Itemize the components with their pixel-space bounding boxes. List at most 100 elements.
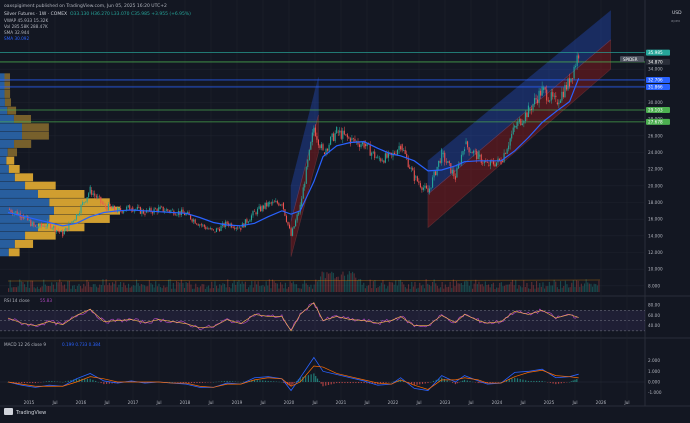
candle-body: [517, 121, 518, 126]
volume-legend[interactable]: Vol 285.58K 288.47K: [4, 24, 48, 29]
price-tick-label: 10.000: [648, 267, 663, 272]
price-chart[interactable]: 80.0060.0040.00 2.0001.0000.000-1.000 36…: [0, 0, 690, 419]
candle-body: [123, 211, 124, 213]
volume-bar: [523, 281, 524, 292]
volume-bar: [520, 286, 521, 292]
volume-bar: [562, 288, 563, 292]
volume-bar: [152, 285, 153, 292]
volume-bar: [51, 282, 52, 292]
macd-tick-label: 0.000: [648, 380, 660, 385]
candle-body: [462, 151, 463, 155]
candle-body: [537, 100, 538, 104]
volume-bar: [477, 284, 478, 292]
volume-bar: [571, 283, 572, 292]
candle-body: [379, 158, 380, 159]
macd-histogram-bar: [315, 376, 316, 382]
volume-bar: [34, 287, 35, 292]
symbol-title[interactable]: Silver Futures · 1W · COMEX: [4, 11, 67, 17]
macd-histogram-bar: [517, 378, 518, 382]
candle-body: [80, 205, 81, 213]
volume-bar: [480, 284, 481, 292]
price-tick-label: 18.000: [648, 200, 663, 205]
volume-bar: [570, 287, 571, 292]
volume-bar: [200, 286, 201, 292]
candle-body: [435, 171, 436, 175]
volume-bar: [491, 284, 492, 292]
candle-body: [76, 214, 77, 219]
volume-bar: [558, 289, 559, 292]
time-tick-label: Jul: [467, 400, 473, 405]
volume-bar: [147, 286, 148, 292]
candle-body: [338, 132, 339, 133]
currency-label[interactable]: USD: [672, 10, 682, 16]
vwap-legend[interactable]: VWAP 45.933 15.32K: [4, 18, 48, 23]
volume-bar: [486, 285, 487, 292]
candle-body: [240, 228, 241, 230]
candle-body: [329, 145, 330, 151]
volume-bar: [318, 280, 319, 292]
candle-body: [77, 215, 78, 216]
volume-bar: [136, 280, 137, 292]
macd-histogram-bar: [191, 382, 192, 383]
candle-body: [182, 210, 183, 213]
time-tick-label: 2021: [336, 400, 347, 405]
volume-bar: [370, 280, 371, 292]
candle-body: [510, 138, 511, 145]
candle-body: [511, 134, 512, 139]
candle-body: [365, 144, 366, 146]
rsi-legend[interactable]: RSI 14 close: [4, 298, 30, 303]
candle-body: [353, 138, 354, 139]
candle-body: [418, 181, 419, 183]
volume-bar: [493, 283, 494, 292]
candle-body: [286, 216, 287, 222]
candle-body: [494, 164, 495, 166]
volume-bar: [363, 283, 364, 292]
candle-body: [449, 161, 450, 163]
volume-bar: [46, 286, 47, 292]
volume-bar: [189, 281, 190, 292]
price-level-label: 32.706: [648, 78, 663, 83]
macd-histogram-bar: [259, 380, 260, 382]
candle-body: [137, 207, 138, 209]
candle-body: [444, 153, 445, 162]
volume-bar: [274, 281, 275, 292]
macd-histogram-bar: [573, 381, 574, 382]
macd-histogram-bar: [54, 381, 55, 382]
candle-body: [423, 188, 424, 190]
candle-body: [499, 159, 500, 161]
candle-body: [29, 220, 30, 221]
volume-bar: [85, 286, 86, 292]
rsi-tick-label: 80.00: [648, 303, 660, 308]
candle-body: [252, 211, 253, 215]
time-tick-label: Jul: [259, 400, 265, 405]
volume-bar: [237, 282, 238, 292]
volume-bar: [462, 285, 463, 292]
volume-bar: [445, 284, 446, 292]
macd-legend[interactable]: MACD 12 26 close 9: [4, 342, 46, 347]
candle-body: [578, 55, 579, 58]
volume-bar: [216, 286, 217, 292]
volume-bar: [205, 289, 206, 292]
volume-bar: [166, 287, 167, 292]
candle-body: [257, 209, 258, 214]
volume-bar: [498, 288, 499, 292]
macd-histogram-bar: [311, 374, 312, 382]
volume-bar: [275, 283, 276, 292]
candle-body: [316, 136, 317, 140]
candle-body: [362, 142, 363, 144]
volume-bar: [531, 282, 532, 292]
volume-bar: [54, 289, 55, 292]
volume-bar: [565, 281, 566, 292]
candle-body: [52, 228, 53, 229]
sma2-legend[interactable]: SMA 30.092: [4, 36, 29, 41]
macd-histogram-bar: [511, 379, 512, 382]
volume-bar: [251, 281, 252, 292]
price-level-label: 31.866: [648, 85, 663, 90]
volume-bar: [413, 287, 414, 292]
publisher-line: oaxspigiment published on TradingView.co…: [4, 3, 167, 9]
sma1-legend[interactable]: SMA 32.944: [4, 30, 29, 35]
volume-bar: [107, 285, 108, 292]
volume-bar: [350, 273, 351, 292]
volume-bar: [16, 287, 17, 292]
candle-body: [262, 206, 263, 211]
